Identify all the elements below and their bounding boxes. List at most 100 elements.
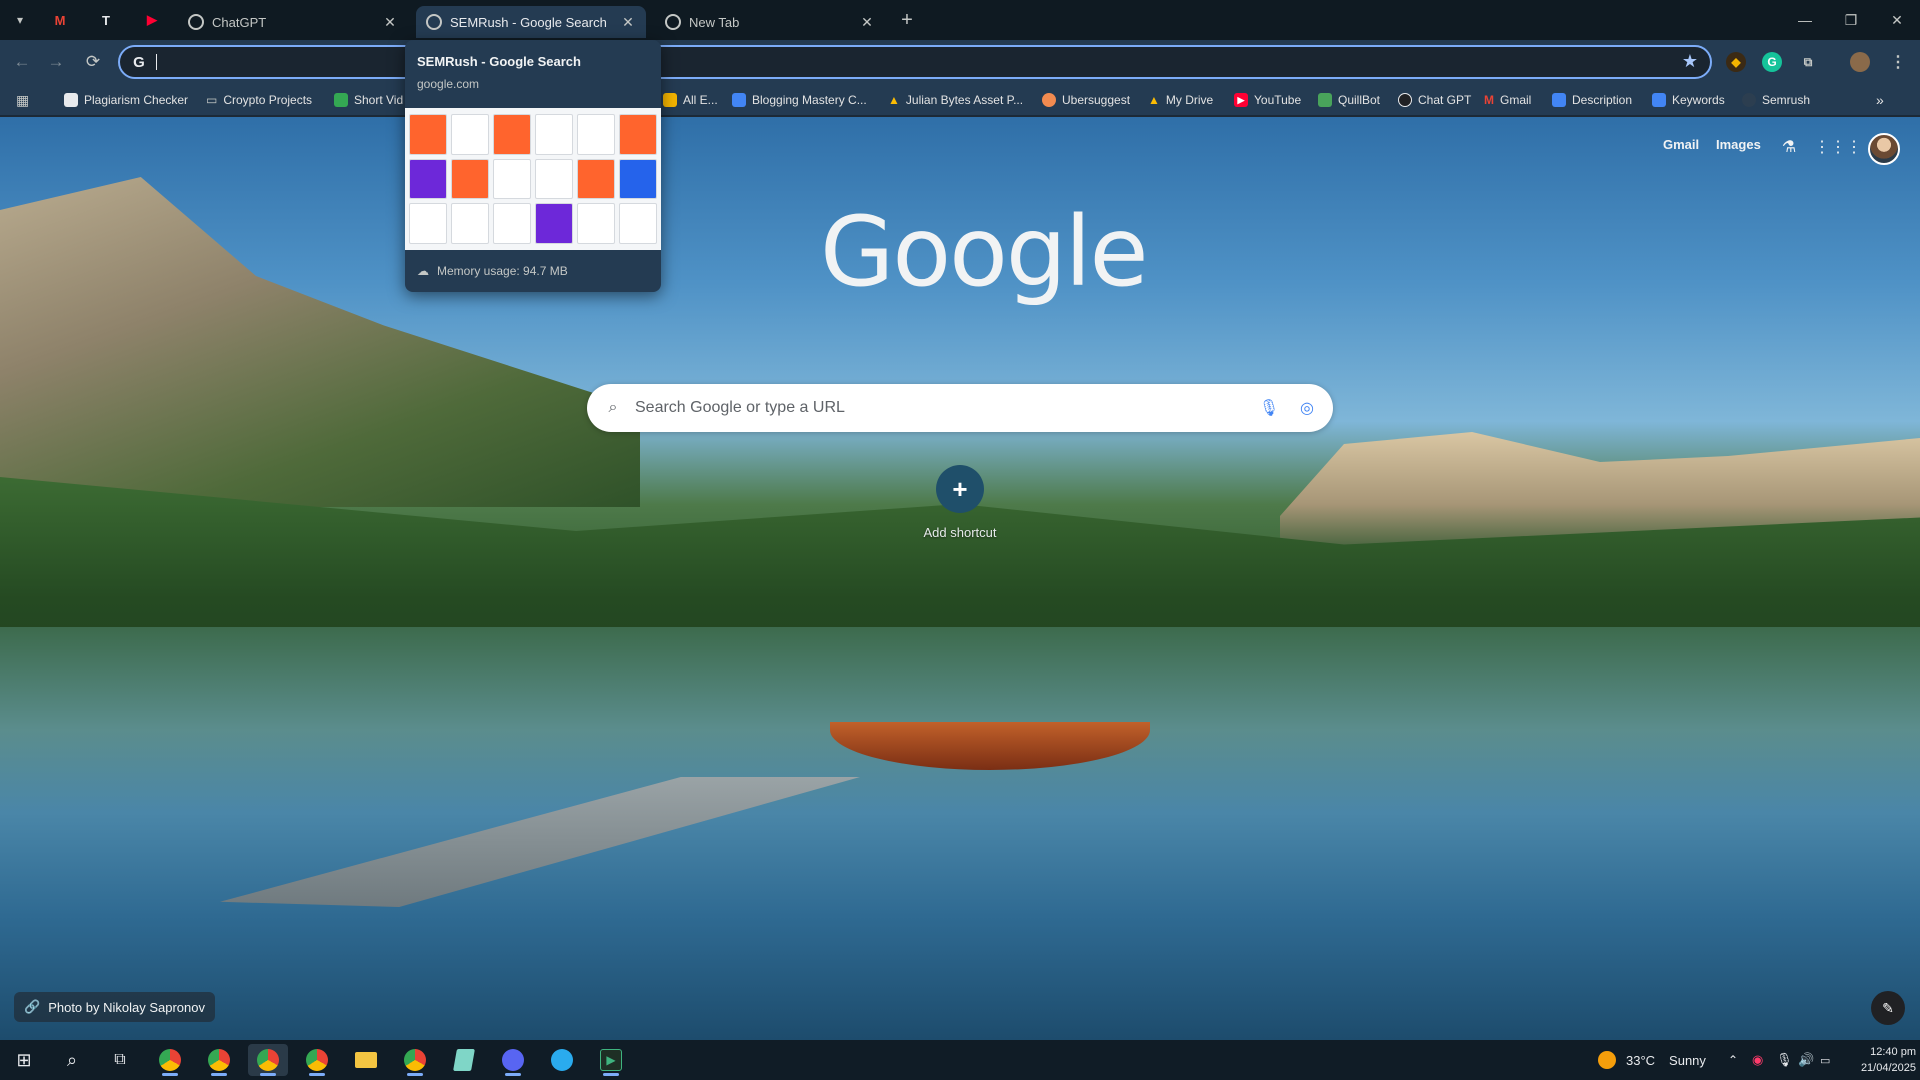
bookmark-description[interactable]: Description — [1552, 90, 1632, 110]
close-tab-icon[interactable]: ✕ — [620, 14, 636, 31]
new-tab-page: Gmail Images ⚗ ⋮⋮⋮ Google ⌕ Search Googl… — [0, 117, 1920, 1040]
tab-search-button[interactable]: ▾ — [8, 8, 32, 32]
extension-icon[interactable]: ◆ — [1726, 52, 1746, 72]
hover-card-domain: google.com — [417, 77, 480, 91]
thumbnail-cell — [493, 114, 531, 155]
taskbar-telegram[interactable] — [542, 1044, 582, 1076]
bookmarks-overflow-button[interactable]: » — [1876, 90, 1884, 110]
chrome-icon — [257, 1049, 279, 1071]
pinned-tab-gmail[interactable]: M — [40, 6, 80, 34]
taskbar-discord[interactable] — [493, 1044, 533, 1076]
bookmark-blogging-mastery[interactable]: Blogging Mastery C... — [732, 90, 867, 110]
drive-icon: ▲ — [888, 93, 900, 107]
reload-button[interactable]: ⟳ — [79, 48, 107, 76]
page-icon — [663, 93, 677, 107]
taskbar-chrome-4[interactable] — [297, 1044, 337, 1076]
close-window-button[interactable]: ✕ — [1874, 0, 1920, 40]
system-clock[interactable]: 12:40 pm 21/04/2025 — [1832, 1044, 1916, 1076]
sun-icon — [1598, 1051, 1616, 1069]
bookmark-quillbot[interactable]: QuillBot — [1318, 90, 1380, 110]
chrome-icon — [665, 14, 681, 30]
toolbar: ← → ⟳ G ★ ◆ G ⧉ ⋮ — [0, 40, 1920, 84]
taskbar-file-explorer[interactable] — [346, 1044, 386, 1076]
tab-chatgpt[interactable]: ChatGPT ✕ — [178, 6, 408, 38]
address-bar[interactable]: G ★ — [118, 45, 1712, 79]
apps-grid-icon: ▦ — [16, 91, 30, 108]
bookmark-ubersuggest[interactable]: Ubersuggest — [1042, 90, 1130, 110]
add-shortcut-label: Add shortcut — [923, 525, 997, 540]
search-input[interactable]: Search Google or type a URL — [635, 399, 1259, 417]
volume-icon[interactable]: 🔊 — [1798, 1040, 1814, 1080]
thumbnail-cell — [493, 158, 531, 200]
extensions-puzzle-icon[interactable]: ⧉ — [1798, 52, 1818, 72]
bookmark-gmail[interactable]: M Gmail — [1484, 90, 1531, 110]
search-box[interactable]: ⌕ Search Google or type a URL 🎙 ◎ — [587, 384, 1333, 432]
bookmarks-bar: ▦ Plagiarism Checker ▭ Croypto Projects … — [0, 84, 1920, 116]
back-button[interactable]: ← — [8, 48, 36, 76]
taskbar-search-button[interactable]: ⌕ — [52, 1044, 92, 1076]
thumbnail-cell — [535, 114, 573, 155]
thumbnail-cell — [535, 158, 573, 200]
new-tab-button[interactable]: + — [895, 8, 919, 32]
taskbar-chrome-2[interactable] — [199, 1044, 239, 1076]
forward-button[interactable]: → — [42, 48, 70, 76]
bookmark-semrush[interactable]: Semrush — [1742, 90, 1810, 110]
gmail-link[interactable]: Gmail — [1663, 137, 1699, 152]
bookmark-star-icon[interactable]: ★ — [1682, 51, 1698, 72]
docs-icon — [1552, 93, 1566, 107]
hover-card-thumbnail — [405, 108, 661, 250]
microphone-icon[interactable]: 🎙 — [1259, 398, 1279, 418]
weather-widget[interactable]: 33°C Sunny — [1598, 1040, 1706, 1080]
pinned-tab-tweaker[interactable]: T — [86, 6, 126, 34]
grammarly-icon[interactable]: G — [1762, 52, 1782, 72]
taskbar-chrome-3[interactable] — [248, 1044, 288, 1076]
taskbar-notes-app[interactable] — [444, 1044, 484, 1076]
network-icon[interactable]: ▭ — [1820, 1040, 1830, 1080]
tab-semrush-search[interactable]: SEMRush - Google Search ✕ — [416, 6, 646, 38]
restore-button[interactable]: ❐ — [1828, 0, 1874, 40]
bookmark-julian-bytes[interactable]: ▲ Julian Bytes Asset P... — [888, 90, 1023, 110]
minimize-button[interactable]: — — [1782, 0, 1828, 40]
bookmark-youtube[interactable]: ▶ YouTube — [1234, 90, 1301, 110]
close-tab-icon[interactable]: ✕ — [859, 14, 875, 31]
account-avatar[interactable] — [1868, 133, 1900, 165]
bookmark-keywords[interactable]: Keywords — [1652, 90, 1725, 110]
tab-new-tab[interactable]: New Tab ✕ — [655, 6, 885, 38]
images-link[interactable]: Images — [1716, 137, 1761, 152]
bookmark-croypto-projects[interactable]: ▭ Croypto Projects — [206, 90, 312, 110]
bookmark-all-e[interactable]: All E... — [663, 90, 718, 110]
start-button[interactable]: ⊞ — [4, 1044, 44, 1076]
search-icon: ⌕ — [608, 399, 618, 416]
microphone-icon[interactable]: 🎙 — [1776, 1040, 1793, 1080]
taskbar-terminal-app[interactable]: ▶ — [591, 1044, 631, 1076]
tray-overflow-button[interactable]: ⌃ — [1728, 1040, 1738, 1080]
text-caret — [156, 54, 157, 70]
customize-chrome-button[interactable]: ✎ — [1871, 991, 1905, 1025]
add-shortcut-button[interactable]: + Add shortcut — [912, 465, 1008, 540]
menu-kebab-icon[interactable]: ⋮ — [1888, 52, 1908, 72]
pinned-tab-youtube[interactable]: ▶ — [132, 6, 172, 34]
thumbnail-cell — [619, 158, 657, 200]
taskbar-chrome-5[interactable] — [395, 1044, 435, 1076]
google-lens-icon[interactable]: ◎ — [1297, 398, 1317, 418]
close-tab-icon[interactable]: ✕ — [382, 14, 398, 31]
recording-icon[interactable]: ◉ — [1752, 1040, 1763, 1080]
bookmark-my-drive[interactable]: ▲ My Drive — [1148, 90, 1213, 110]
labs-flask-icon[interactable]: ⚗ — [1773, 131, 1805, 163]
bookmark-plagiarism-checker[interactable]: Plagiarism Checker — [64, 90, 188, 110]
task-view-button[interactable]: ⧉ — [100, 1044, 140, 1076]
weather-temp: 33°C — [1626, 1052, 1656, 1068]
thumbnail-cell — [451, 158, 489, 200]
windows-taskbar: ⊞ ⌕ ⧉ ▶ 33°C Sunny ⌃ ◉ 🎙 🔊 ▭ 12:40 pm 21… — [0, 1040, 1920, 1080]
bookmark-chat-gpt[interactable]: Chat GPT — [1398, 90, 1471, 110]
google-apps-icon[interactable]: ⋮⋮⋮ — [1814, 131, 1862, 163]
apps-grid-button[interactable]: ▦ — [16, 90, 29, 110]
taskbar-chrome-1[interactable] — [150, 1044, 190, 1076]
thumbnail-cell — [451, 114, 489, 155]
tab-title: ChatGPT — [212, 14, 267, 30]
bookmark-short-vid[interactable]: Short Vid — [334, 90, 403, 110]
photo-credit-link[interactable]: 🔗 Photo by Nikolay Sapronov — [14, 992, 215, 1022]
thumbnail-cell — [619, 114, 657, 155]
profile-avatar[interactable] — [1850, 52, 1870, 72]
ubersuggest-icon — [1042, 93, 1056, 107]
